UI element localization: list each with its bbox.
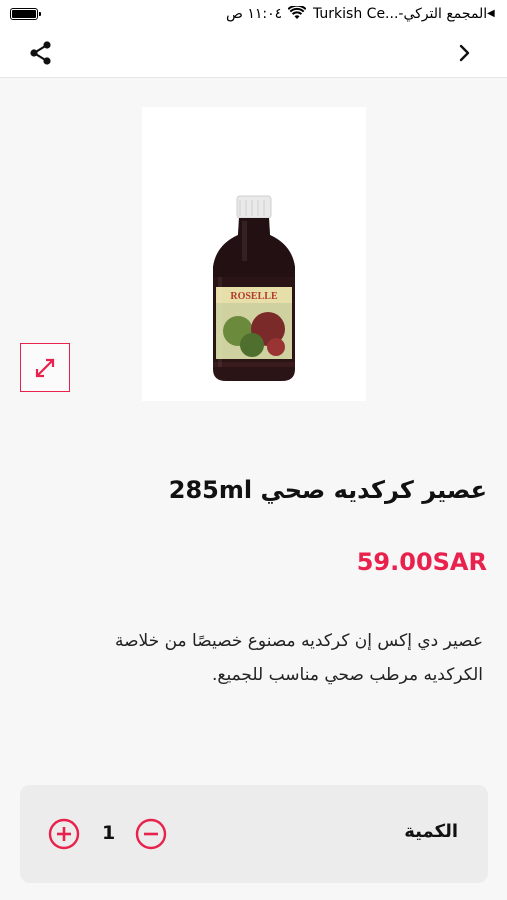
quantity-selector: 1 الكمية	[20, 785, 488, 883]
minus-circle-icon[interactable]	[135, 818, 167, 850]
play-icon: ◀	[487, 8, 495, 19]
bottle-image: ROSELLE	[213, 195, 295, 381]
product-page: ١١:٠٤ ص Turkish Ce...-المجمع التركي ◀ RO…	[0, 0, 507, 900]
product-title: عصير كركديه صحي 285ml	[168, 476, 487, 504]
product-price: 59.00SAR	[356, 548, 487, 576]
expand-image-button[interactable]	[20, 343, 70, 392]
carrier-name: Turkish Ce...-المجمع التركي	[313, 6, 488, 22]
quantity-label: الكمية	[404, 821, 458, 842]
expand-icon	[35, 358, 55, 378]
battery-icon	[10, 8, 41, 20]
nav-bar	[0, 30, 507, 78]
wifi-icon	[288, 6, 306, 19]
chevron-right-icon[interactable]	[452, 40, 478, 66]
product-image[interactable]: ROSELLE	[142, 107, 366, 401]
product-description: عصير دي إكس إن كركديه مصنوع خصيصًا من خل…	[115, 631, 483, 685]
status-time: ١١:٠٤ ص	[226, 6, 283, 22]
quantity-value: 1	[102, 822, 116, 844]
share-icon[interactable]	[26, 38, 56, 68]
plus-circle-icon[interactable]	[48, 818, 80, 850]
status-bar: ١١:٠٤ ص Turkish Ce...-المجمع التركي ◀	[0, 0, 507, 30]
svg-text:ROSELLE: ROSELLE	[230, 291, 278, 302]
